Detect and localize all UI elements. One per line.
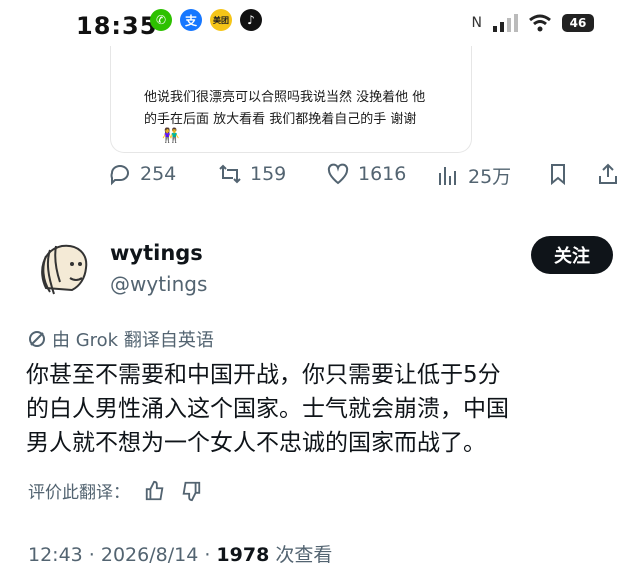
rate-translation-label: 评价此翻译： (28, 483, 130, 503)
reply-icon (110, 165, 129, 186)
emoji-icon: 👫 (162, 128, 180, 144)
reply-count: 254 (140, 163, 177, 185)
post-meta: 12:43 · 2026/8/14 · 1978 次查看 (28, 540, 332, 567)
like-count: 1616 (358, 163, 407, 185)
post-timestamp[interactable]: 12:43 · 2026/8/14 · (28, 544, 216, 566)
wechat-icon: ✆ (150, 9, 172, 31)
rate-translation: 评价此翻译： (28, 478, 202, 503)
post-view-count: 1978 (216, 544, 270, 566)
status-indicators: N 46 (472, 14, 594, 32)
views-icon (439, 166, 456, 185)
repost-button[interactable]: 159 (218, 162, 286, 186)
post-line: 的白人男性涌入这个国家。士气就会崩溃，中国 (26, 396, 509, 422)
heart-icon (327, 163, 349, 185)
author-display-name[interactable]: wytings (110, 241, 203, 265)
wifi-icon (529, 14, 551, 32)
author-handle[interactable]: @wytings (110, 272, 207, 296)
post-view-label: 次查看 (269, 544, 333, 566)
post-body: 你甚至不需要和中国开战，你只需要让低于5分 的白人男性涌入这个国家。士气就会崩溃… (26, 358, 616, 460)
view-count: 25万 (468, 166, 512, 188)
bookmark-icon (551, 164, 565, 186)
thumbs-down-icon[interactable] (180, 480, 202, 502)
bookmark-button[interactable] (546, 162, 570, 186)
post-action-bar: 254 159 1616 25万 (0, 162, 640, 198)
quoted-post-line: 他说我们很漂亮可以合照吗我说当然 没挽着他 他 (144, 90, 426, 105)
views-button[interactable]: 25万 (436, 162, 511, 189)
meituan-icon: 美团 (210, 9, 232, 31)
thumbs-up-icon[interactable] (144, 480, 166, 502)
alipay-icon: 支 (180, 9, 202, 31)
share-button[interactable] (596, 162, 620, 186)
follow-button[interactable]: 关注 (531, 236, 613, 274)
signal-icon (493, 14, 518, 32)
like-button[interactable]: 1616 (326, 162, 406, 186)
nfc-icon: N (471, 15, 482, 31)
translation-note: 由 Grok 翻译自英语 (28, 326, 214, 352)
repost-icon (219, 164, 241, 184)
post-line: 你甚至不需要和中国开战，你只需要让低于5分 (26, 362, 501, 388)
quoted-post-line: 的手在后面 放大看看 我们都挽着自己的手 谢谢 (144, 112, 417, 127)
share-icon (599, 163, 617, 184)
status-time: 18:35 (76, 12, 158, 40)
repost-count: 159 (250, 163, 287, 185)
battery-icon: 46 (562, 14, 594, 32)
translate-icon (29, 331, 45, 347)
tiktok-icon: ♪ (240, 9, 262, 31)
post-line: 男人就不想为一个女人不忠诚的国家而战了。 (26, 430, 486, 456)
reply-button[interactable]: 254 (108, 162, 176, 186)
avatar[interactable] (32, 236, 98, 302)
translation-label: 由 Grok 翻译自英语 (52, 330, 214, 351)
